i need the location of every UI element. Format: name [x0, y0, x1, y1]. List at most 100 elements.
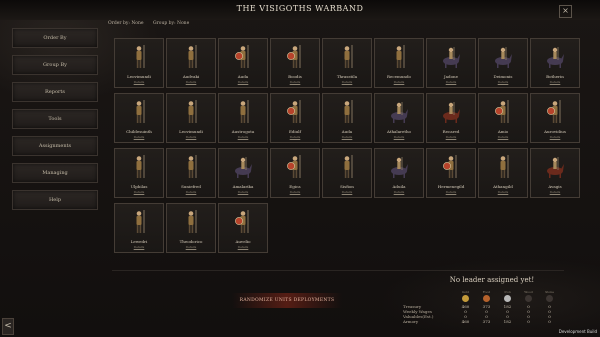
unit-details-link[interactable]: Details	[219, 80, 267, 84]
unit-details-link[interactable]: Details	[323, 80, 371, 84]
unit-name: Boodis	[288, 74, 302, 79]
unit-card[interactable]: Amio Details	[478, 93, 528, 143]
unit-card[interactable]: Aurovidius Details	[530, 93, 580, 143]
unit-details-link[interactable]: Details	[479, 190, 527, 194]
sidebar-item-assignments[interactable]: Assignments	[12, 136, 98, 156]
unit-card[interactable]: Auda Details	[218, 38, 268, 88]
unit-card[interactable]: Recared Details	[426, 93, 476, 143]
unit-card[interactable]: Audvaki Details	[166, 38, 216, 88]
unit-name: Thrasstila	[336, 74, 358, 79]
unit-card[interactable]: Auda Details	[322, 93, 372, 143]
unit-card[interactable]: Thrasstila Details	[322, 38, 372, 88]
unit-name: Amalarika	[232, 184, 254, 189]
unit-details-link[interactable]: Details	[427, 80, 475, 84]
unit-details-link[interactable]: Details	[167, 80, 215, 84]
leader-panel: No leader assigned yet! Gold Food Iron W…	[397, 276, 587, 334]
sidebar-item-help[interactable]: Help	[12, 190, 98, 210]
unit-details-link[interactable]: Details	[531, 190, 579, 194]
unit-name: Sisfion	[340, 184, 354, 189]
unit-details-link[interactable]: Details	[167, 190, 215, 194]
unit-details-link[interactable]: Details	[427, 135, 475, 139]
unit-card[interactable]: Amalarika Details	[218, 148, 268, 198]
warrior-unit-icon	[181, 154, 201, 180]
unit-card[interactable]: Recemundo Details	[374, 38, 424, 88]
unit-details-link[interactable]: Details	[271, 135, 319, 139]
unit-name: Childesuinth	[126, 129, 152, 134]
unit-details-link[interactable]: Details	[375, 80, 423, 84]
unit-name: Botherin	[546, 74, 564, 79]
unit-name: Aurovidius	[544, 129, 566, 134]
leader-status: No leader assigned yet!	[449, 276, 535, 284]
unit-card[interactable]: Egica Details	[270, 148, 320, 198]
unit-card[interactable]: Ediulf Details	[270, 93, 320, 143]
unit-card[interactable]: Suniefred Details	[166, 148, 216, 198]
unit-card[interactable]: Leovimundi Details	[166, 93, 216, 143]
unit-details-link[interactable]: Details	[479, 80, 527, 84]
resource-value: 460	[461, 319, 470, 324]
unit-details-link[interactable]: Details	[167, 245, 215, 249]
unit-name: Deimonis	[493, 74, 513, 79]
warrior-unit-icon	[181, 99, 201, 125]
unit-card[interactable]: Botherin Details	[530, 38, 580, 88]
unit-card[interactable]: Ulphilas Details	[114, 148, 164, 198]
unit-card[interactable]: Athangild Details	[478, 148, 528, 198]
unit-name: Jadone	[444, 74, 458, 79]
unit-details-link[interactable]: Details	[115, 135, 163, 139]
unit-details-link[interactable]: Details	[115, 245, 163, 249]
sidebar-item-tools[interactable]: Tools	[12, 109, 98, 129]
unit-name: Athalaretho	[387, 129, 411, 134]
unit-name: Amio	[497, 129, 509, 134]
unit-details-link[interactable]: Details	[271, 80, 319, 84]
unit-card[interactable]: Deimonis Details	[478, 38, 528, 88]
sidebar-item-reports[interactable]: Reports	[12, 82, 98, 102]
unit-details-link[interactable]: Details	[219, 245, 267, 249]
warrior-unit-icon	[493, 99, 513, 125]
unit-details-link[interactable]: Details	[375, 190, 423, 194]
cavalry-unit-icon	[389, 154, 409, 180]
resource-value: 0	[527, 319, 530, 324]
unit-details-link[interactable]: Details	[167, 135, 215, 139]
unit-card[interactable]: Sisfion Details	[322, 148, 372, 198]
unit-details-link[interactable]: Details	[219, 190, 267, 194]
unit-name: Aduila	[392, 184, 406, 189]
page-title: THE VISIGOTHS WARBAND	[236, 4, 364, 13]
food-coin-icon	[483, 295, 490, 302]
randomize-deployments-button[interactable]: RANDOMIZE UNITS DEPLOYMENTS	[232, 293, 342, 308]
unit-card[interactable]: Childesuinth Details	[114, 93, 164, 143]
unit-card[interactable]: Hermenegild Details	[426, 148, 476, 198]
unit-card[interactable]: Avagis Details	[530, 148, 580, 198]
unit-card[interactable]: Theodorico Details	[166, 203, 216, 253]
unit-details-link[interactable]: Details	[427, 190, 475, 194]
unit-card[interactable]: Auvelio Details	[218, 203, 268, 253]
iron-coin-icon	[504, 295, 511, 302]
unit-details-link[interactable]: Details	[323, 190, 371, 194]
unit-name: Egica	[289, 184, 301, 189]
unit-name: Ulphilas	[130, 184, 148, 189]
unit-name: Austrogota	[231, 129, 255, 134]
close-button[interactable]: ×	[559, 5, 572, 18]
unit-card[interactable]: Leovimundi Details	[114, 38, 164, 88]
unit-details-link[interactable]: Details	[271, 190, 319, 194]
sidebar-item-order-by[interactable]: Order By	[12, 28, 98, 48]
resource-value: 373	[482, 319, 491, 324]
unit-details-link[interactable]: Details	[323, 135, 371, 139]
unit-details-link[interactable]: Details	[479, 135, 527, 139]
unit-card[interactable]: Jadone Details	[426, 38, 476, 88]
unit-details-link[interactable]: Details	[531, 135, 579, 139]
unit-card[interactable]: Austrogota Details	[218, 93, 268, 143]
unit-details-link[interactable]: Details	[219, 135, 267, 139]
unit-card[interactable]: Athalaretho Details	[374, 93, 424, 143]
unit-details-link[interactable]: Details	[375, 135, 423, 139]
unit-card[interactable]: Boodis Details	[270, 38, 320, 88]
sidebar-item-group-by[interactable]: Group By	[12, 55, 98, 75]
unit-details-link[interactable]: Details	[115, 190, 163, 194]
unit-details-link[interactable]: Details	[531, 80, 579, 84]
unit-card[interactable]: Aduila Details	[374, 148, 424, 198]
back-button[interactable]: <	[2, 318, 14, 335]
warrior-unit-icon	[337, 154, 357, 180]
unit-name: Recemundo	[387, 74, 411, 79]
warrior-unit-icon	[129, 154, 149, 180]
unit-card[interactable]: Lewedri Details	[114, 203, 164, 253]
unit-details-link[interactable]: Details	[115, 80, 163, 84]
sidebar-item-managing[interactable]: Managing	[12, 163, 98, 183]
